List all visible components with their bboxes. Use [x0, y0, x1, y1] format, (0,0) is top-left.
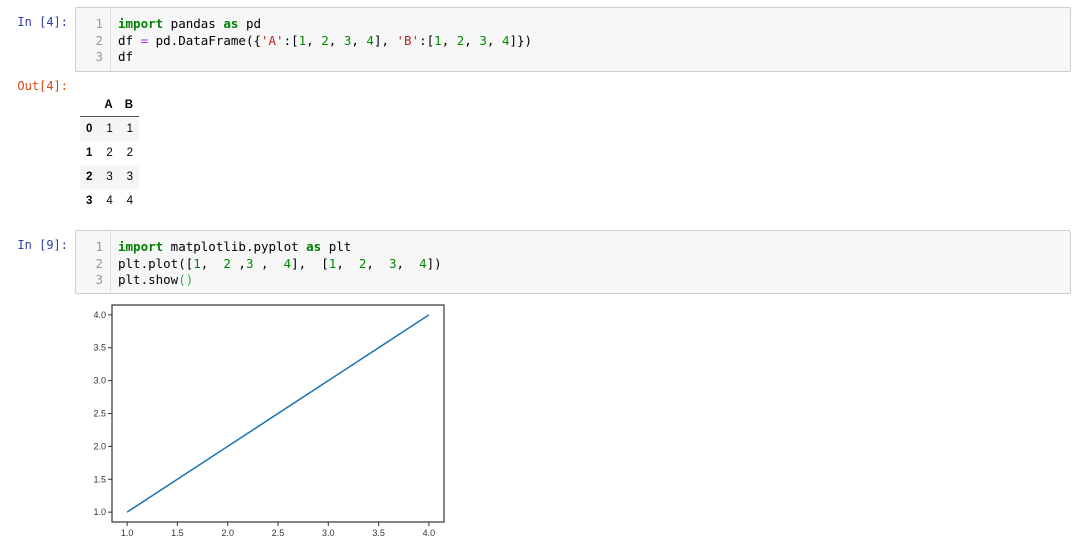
code-token: import [118, 16, 164, 31]
code-token: 4 [366, 32, 374, 48]
code-token: 2 [321, 32, 329, 48]
prompt-in-9: In [9]: [17, 238, 68, 252]
code-text: df [118, 48, 133, 65]
code-token: , [336, 255, 359, 271]
table-cell: 1 [126, 123, 134, 135]
table-cell: 2 [126, 147, 134, 159]
code-token: 3 [389, 255, 397, 271]
line-number: 2 [95, 255, 103, 271]
code-token: as [306, 239, 322, 254]
code-token: ]}) [509, 32, 533, 48]
code-token: 4 [283, 255, 292, 271]
y-tick-label: 3.0 [93, 376, 106, 386]
code-cell-1[interactable]: 1 import pandas as pd 2 df = pd.DataFrame({… [75, 7, 1071, 72]
line-number: 3 [95, 49, 103, 65]
x-tick-label: 1.5 [171, 528, 184, 538]
table-row: 0 1 1 [80, 116, 140, 141]
x-tick-label: 3.0 [322, 528, 335, 538]
code-token: = [140, 32, 149, 48]
code-token: :[ [419, 32, 435, 48]
code-token: pandas [163, 16, 224, 31]
code-text: plt.show() [118, 271, 193, 288]
code-token: plt.show [118, 272, 179, 288]
code-token: 4 [419, 255, 427, 271]
code-text: import pandas as pd [118, 15, 261, 32]
code-token: , [200, 255, 224, 271]
y-tick-label: 2.0 [93, 441, 106, 451]
code-token: plt [321, 239, 352, 254]
code-token: () [178, 272, 194, 288]
code-token: , [328, 32, 344, 48]
code-token: , [351, 32, 367, 48]
code-token: df [118, 32, 141, 48]
x-tick-label: 1.0 [121, 528, 134, 538]
code-token: :[ [283, 32, 299, 48]
x-tick-label: 2.0 [221, 528, 234, 538]
prompt-out-4: Out[4]: [17, 79, 68, 93]
code-token: , [230, 255, 246, 271]
row-index: 2 [86, 171, 93, 183]
code-token: 1 [434, 32, 442, 48]
table-row: 3 4 4 [80, 189, 139, 213]
code-token: 3 [479, 32, 487, 48]
code-text: df = pd.DataFrame({'A':[1, 2, 3, 4], 'B'… [118, 32, 532, 49]
code-token: pd [238, 16, 262, 31]
code-text: plt.plot([1, 2 ,3 , 4], [1, 2, 3, 4]) [118, 255, 442, 272]
y-tick-label: 1.0 [93, 507, 106, 517]
y-tick-label: 4.0 [93, 310, 106, 320]
table-cell: 2 [106, 147, 113, 159]
code-token: df [118, 49, 134, 65]
row-index: 1 [86, 147, 93, 159]
row-index: 3 [86, 195, 93, 207]
code-token: , [366, 255, 389, 271]
column-header [80, 94, 99, 117]
line-number: 3 [95, 272, 103, 288]
code-cell-2[interactable]: 1 import matplotlib.pyplot as plt 2 plt.plo… [75, 230, 1071, 294]
code-token: ], [373, 32, 397, 48]
table-row: 2 3 3 [80, 165, 140, 189]
table-cell: 3 [126, 171, 134, 183]
line-plot: 1.0 1.5 2.0 2.5 3.0 3.5 4.0 1.0 1.5 2.0 2.5 3.0 3.5 4… [93, 304, 445, 538]
table-cell: 3 [106, 171, 113, 183]
code-token: import [118, 239, 164, 254]
table-cell: 4 [126, 195, 134, 207]
dataframe-output: AB 0 1 1 1 2 2 2 3 3 3 4 4 [80, 94, 140, 213]
table-cell: 1 [106, 123, 113, 135]
line-number: 2 [95, 32, 103, 48]
code-token: , [441, 32, 457, 48]
line-number: 1 [95, 16, 103, 31]
code-token: 2 [223, 255, 231, 271]
code-token: plt.plot([ [118, 255, 194, 271]
table-cell: 4 [106, 195, 113, 207]
y-tick-label: 3.5 [93, 343, 106, 353]
y-tick-label: 1.5 [93, 474, 106, 484]
code-token: , [464, 32, 480, 48]
x-tick-label: 2.5 [272, 528, 285, 538]
y-tick-label: 2.5 [93, 409, 106, 419]
code-token: , [396, 255, 420, 271]
row-index: 0 [86, 123, 93, 135]
code-token: , [306, 32, 322, 48]
table-row: 1 2 2 [80, 141, 139, 165]
code-token: ], [ [291, 255, 329, 271]
code-token: ]) [426, 255, 442, 271]
code-token: as [223, 16, 239, 31]
code-token: 3 [245, 255, 254, 271]
column-header: B [118, 94, 140, 117]
column-header: A [98, 94, 119, 117]
code-token: 1 [193, 255, 201, 271]
code-token: , [486, 32, 502, 48]
code-token: matplotlib.pyplot [163, 239, 307, 254]
code-token: 'A' [261, 32, 284, 48]
code-token: , [253, 255, 284, 271]
x-tick-label: 3.5 [372, 528, 385, 538]
code-token: 'B' [396, 32, 420, 48]
x-tick-label: 4.0 [423, 528, 436, 538]
prompt-in-4: In [4]: [17, 15, 68, 29]
code-text: import matplotlib.pyplot as plt [118, 238, 351, 255]
code-token: pd.DataFrame({ [148, 32, 261, 48]
line-number: 1 [95, 239, 103, 254]
